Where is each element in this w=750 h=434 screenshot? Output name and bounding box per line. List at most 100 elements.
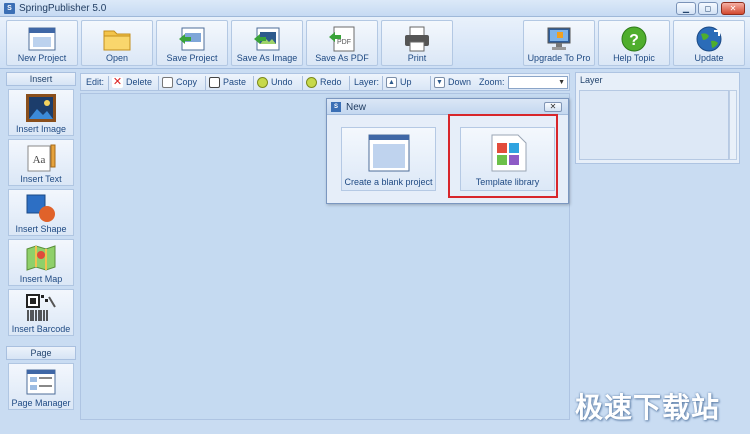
save-as-pdf-label: Save As PDF	[315, 53, 369, 63]
zoom-label: Zoom:	[479, 77, 505, 87]
help-topic-button[interactable]: ? Help Topic	[598, 20, 670, 66]
paste-icon	[209, 77, 220, 89]
close-button[interactable]: ✕	[721, 2, 745, 15]
paste-button[interactable]: Paste	[209, 76, 246, 89]
paste-label: Paste	[223, 77, 247, 87]
insert-image-button[interactable]: Insert Image	[8, 89, 74, 136]
insert-shape-button[interactable]: Insert Shape	[8, 189, 74, 236]
divider	[430, 76, 431, 90]
left-panel: Insert Insert Image Aa Insert Text Inser…	[6, 72, 76, 420]
dialog-app-icon: S	[331, 102, 341, 112]
upgrade-to-pro-label: Upgrade To Pro	[527, 53, 591, 63]
globe-update-icon	[696, 26, 722, 52]
shape-icon	[26, 194, 55, 222]
page-manager-label: Page Manager	[11, 398, 71, 408]
zoom-select[interactable]: ▼	[508, 76, 568, 89]
layer-panel-header: Layer	[580, 75, 603, 85]
undo-label: Undo	[271, 77, 293, 87]
svg-text:Aa: Aa	[33, 154, 46, 166]
undo-icon	[257, 77, 268, 89]
delete-label: Delete	[126, 77, 153, 87]
maximize-button[interactable]: ◻	[698, 2, 718, 15]
insert-image-label: Insert Image	[15, 124, 67, 134]
barcode-icon	[26, 294, 56, 321]
copy-button[interactable]: Copy	[162, 76, 197, 89]
save-as-image-button[interactable]: Save As Image	[231, 20, 303, 66]
divider	[349, 76, 350, 90]
layer-label: Layer:	[354, 77, 380, 87]
update-button[interactable]: Update	[673, 20, 745, 66]
delete-button[interactable]: ✕ Delete	[112, 76, 152, 89]
save-as-image-label: Save As Image	[236, 53, 298, 63]
insert-text-label: Insert Text	[20, 174, 62, 184]
redo-icon	[306, 77, 317, 89]
open-button[interactable]: Open	[81, 20, 153, 66]
insert-shape-label: Insert Shape	[15, 224, 67, 234]
save-project-icon	[179, 27, 205, 51]
layer-up-button[interactable]: ▲ Up	[386, 76, 412, 89]
layer-down-button[interactable]: ▼ Down	[434, 76, 471, 89]
save-project-button[interactable]: Save Project	[156, 20, 228, 66]
divider	[253, 76, 254, 90]
insert-map-button[interactable]: Insert Map	[8, 239, 74, 286]
svg-text:PDF: PDF	[337, 39, 351, 46]
pdf-icon: PDF	[329, 26, 355, 52]
red-highlight-box	[448, 114, 558, 198]
dialog-close-button[interactable]: ✕	[544, 102, 562, 112]
print-label: Print	[407, 53, 427, 63]
save-image-icon	[254, 27, 280, 51]
app-icon: S	[4, 3, 15, 14]
copy-icon	[162, 77, 173, 89]
new-project-label: New Project	[17, 53, 67, 63]
copy-label: Copy	[176, 77, 198, 87]
layer-scrollbar[interactable]	[729, 90, 737, 160]
page-panel-header: Page	[6, 346, 76, 360]
divider	[382, 76, 383, 90]
upgrade-icon	[547, 27, 571, 50]
layer-list[interactable]	[579, 90, 729, 160]
insert-panel-header: Insert	[6, 72, 76, 86]
help-topic-label: Help Topic	[613, 53, 655, 63]
edit-toolbar: Edit: ✕ Delete Copy Paste Undo Redo Layer…	[80, 73, 570, 91]
blank-project-icon	[368, 134, 410, 172]
insert-barcode-button[interactable]: Insert Barcode	[8, 289, 74, 336]
upgrade-to-pro-button[interactable]: Upgrade To Pro	[523, 20, 595, 66]
map-icon	[26, 245, 56, 271]
divider	[205, 76, 206, 90]
page-manager-icon	[26, 369, 56, 395]
create-blank-project-label: Create a blank project	[344, 177, 433, 187]
chevron-down-icon: ▼	[558, 79, 565, 86]
up-label: Up	[400, 77, 412, 87]
open-label: Open	[105, 53, 129, 63]
insert-map-label: Insert Map	[19, 274, 63, 284]
main-toolbar: New Project Open Save Project Save As Im…	[0, 17, 750, 69]
new-project-button[interactable]: New Project	[6, 20, 78, 66]
dialog-title-bar: S New ✕	[327, 99, 568, 115]
folder-icon	[103, 30, 131, 51]
dialog-title: New	[346, 102, 367, 113]
page-manager-button[interactable]: Page Manager	[8, 363, 74, 410]
save-project-label: Save Project	[166, 53, 218, 63]
text-icon: Aa	[27, 144, 56, 172]
title-bar: S SpringPublisher 5.0 ▁ ◻ ✕	[0, 0, 750, 17]
redo-label: Redo	[320, 77, 342, 87]
divider	[108, 76, 109, 90]
undo-button[interactable]: Undo	[257, 76, 293, 89]
divider	[302, 76, 303, 90]
edit-label: Edit:	[86, 77, 105, 87]
redo-button[interactable]: Redo	[306, 76, 342, 89]
printer-icon	[405, 26, 429, 52]
arrow-down-icon: ▼	[434, 77, 445, 89]
insert-text-button[interactable]: Aa Insert Text	[8, 139, 74, 186]
update-label: Update	[694, 53, 724, 63]
layer-panel: Layer	[575, 72, 740, 164]
delete-icon: ✕	[112, 76, 123, 89]
print-button[interactable]: Print	[381, 20, 453, 66]
minimize-button[interactable]: ▁	[676, 2, 696, 15]
create-blank-project-option[interactable]: Create a blank project	[341, 127, 436, 191]
arrow-up-icon: ▲	[386, 77, 397, 89]
down-label: Down	[448, 77, 472, 87]
window-title: SpringPublisher 5.0	[19, 3, 107, 14]
save-as-pdf-button[interactable]: PDF Save As PDF	[306, 20, 378, 66]
image-icon	[26, 94, 56, 122]
